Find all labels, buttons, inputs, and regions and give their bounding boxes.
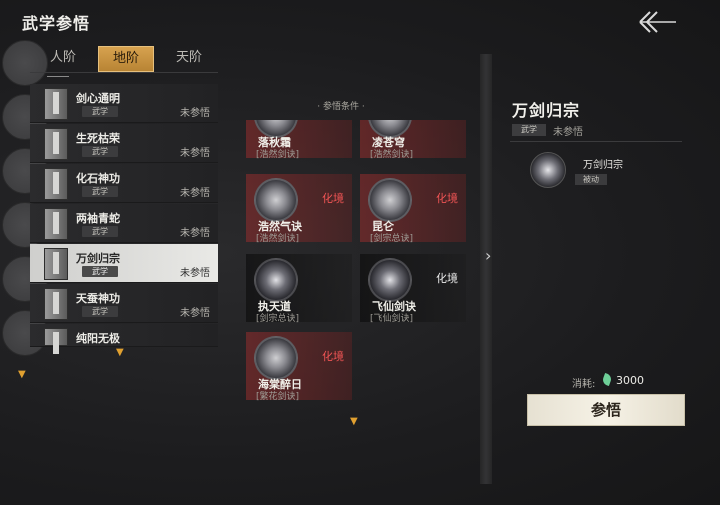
item-badge: 武学 — [82, 106, 118, 117]
item-status: 未参悟 — [180, 228, 210, 239]
realm-tag: 化境 — [322, 120, 344, 122]
item-status: 未参悟 — [180, 268, 210, 279]
book-icon — [44, 168, 68, 200]
comprehend-button[interactable]: 参悟 — [527, 394, 685, 426]
chevron-down-icon[interactable]: ▼ — [350, 416, 358, 427]
item-badge: 武学 — [82, 266, 118, 277]
cost-label: 消耗: — [572, 379, 596, 390]
skill-icon — [368, 258, 412, 302]
detail-title: 万剑归宗 — [512, 101, 581, 120]
list-item[interactable]: 化石神功 武学 未参悟 — [30, 164, 218, 203]
item-badge: 武学 — [82, 146, 118, 157]
item-status: 未参悟 — [180, 188, 210, 199]
chevron-right-icon[interactable]: › — [485, 246, 491, 265]
condition-source: [浩然剑诀] — [370, 150, 414, 160]
detail-status: 未参悟 — [553, 127, 583, 138]
tier-tabs: 人阶 地阶 天阶 — [30, 46, 218, 73]
condition-card[interactable]: 化境 凌苍穹 [浩然剑诀] — [360, 120, 466, 160]
skill-tag: 被动 — [575, 174, 607, 185]
leaf-icon — [601, 372, 613, 387]
back-arrow-icon[interactable] — [634, 8, 678, 36]
tab-di[interactable]: 地阶 — [98, 46, 154, 72]
panel-divider — [480, 54, 492, 484]
realm-tag: 化境 — [322, 192, 344, 205]
item-name: 天蚕神功 — [76, 292, 120, 305]
list-item[interactable]: 纯阳无极 — [30, 324, 218, 354]
condition-card[interactable]: 化境 浩然气诀 [浩然剑诀] — [246, 174, 352, 244]
item-status: 未参悟 — [180, 108, 210, 119]
list-item[interactable]: 剑心通明 武学 未参悟 — [30, 84, 218, 123]
item-name: 万剑归宗 — [76, 252, 120, 265]
tab-tian[interactable]: 天阶 — [162, 46, 216, 70]
cost-value: 3000 — [616, 374, 644, 387]
chevron-down-icon[interactable]: ▼ — [116, 347, 124, 358]
realm-tag: 化境 — [436, 192, 458, 205]
list-item-selected[interactable]: 万剑归宗 武学 未参悟 — [30, 244, 218, 283]
tab-underline — [47, 76, 69, 77]
realm-tag: 化境 — [322, 350, 344, 363]
skill-name: 万剑归宗 — [583, 160, 623, 171]
list-item[interactable]: 两袖青蛇 武学 未参悟 — [30, 204, 218, 243]
condition-source: [浩然剑诀] — [256, 234, 300, 244]
book-icon — [44, 328, 68, 354]
skill-icon — [368, 178, 412, 222]
detail-divider — [510, 141, 682, 142]
condition-source: [飞仙剑诀] — [370, 314, 414, 324]
item-status: 未参悟 — [180, 308, 210, 319]
detail-badge: 武学 — [512, 124, 546, 136]
item-status: 未参悟 — [180, 148, 210, 159]
conditions-grid: 化境 落秋霜 [浩然剑诀] 化境 凌苍穹 [浩然剑诀] 化境 浩然气诀 [浩然剑… — [246, 120, 470, 410]
list-item[interactable]: 天蚕神功 武学 未参悟 — [30, 284, 218, 323]
book-icon — [44, 248, 68, 280]
item-badge: 武学 — [82, 186, 118, 197]
condition-card[interactable]: 化境 海棠醉日 [繁花剑诀] — [246, 332, 352, 402]
condition-source: [剑宗总诀] — [256, 314, 300, 324]
book-icon — [44, 88, 68, 120]
item-name: 两袖青蛇 — [76, 212, 120, 225]
list-item[interactable]: 生死枯荣 武学 未参悟 — [30, 124, 218, 163]
condition-card[interactable]: 化境 落秋霜 [浩然剑诀] — [246, 120, 352, 160]
item-name: 剑心通明 — [76, 92, 120, 105]
chevron-down-icon[interactable]: ▼ — [18, 369, 26, 380]
condition-card[interactable]: 执天道 [剑宗总诀] — [246, 254, 352, 324]
book-icon — [44, 208, 68, 240]
skill-icon — [254, 336, 298, 380]
skill-icon[interactable] — [530, 152, 566, 188]
tab-ren[interactable]: 人阶 — [36, 46, 90, 70]
realm-tag: 化境 — [436, 272, 458, 285]
conditions-title: 参悟条件 — [322, 102, 359, 112]
condition-card[interactable]: 化境 飞仙剑诀 [飞仙剑诀] — [360, 254, 466, 324]
item-badge: 武学 — [82, 226, 118, 237]
condition-source: [浩然剑诀] — [256, 150, 300, 160]
book-icon — [44, 288, 68, 320]
skill-icon — [254, 258, 298, 302]
item-name: 纯阳无极 — [76, 332, 120, 345]
condition-card[interactable]: 化境 昆仑 [剑宗总诀] — [360, 174, 466, 244]
conditions-header: · 参悟条件 · — [317, 102, 365, 112]
item-badge: 武学 — [82, 306, 118, 317]
skill-icon — [254, 178, 298, 222]
item-name: 化石神功 — [76, 172, 120, 185]
item-name: 生死枯荣 — [76, 132, 120, 145]
condition-source: [繁花剑诀] — [256, 392, 300, 402]
condition-source: [剑宗总诀] — [370, 234, 414, 244]
page-title: 武学参悟 — [22, 14, 91, 33]
book-icon — [44, 128, 68, 160]
realm-tag: 化境 — [436, 120, 458, 122]
